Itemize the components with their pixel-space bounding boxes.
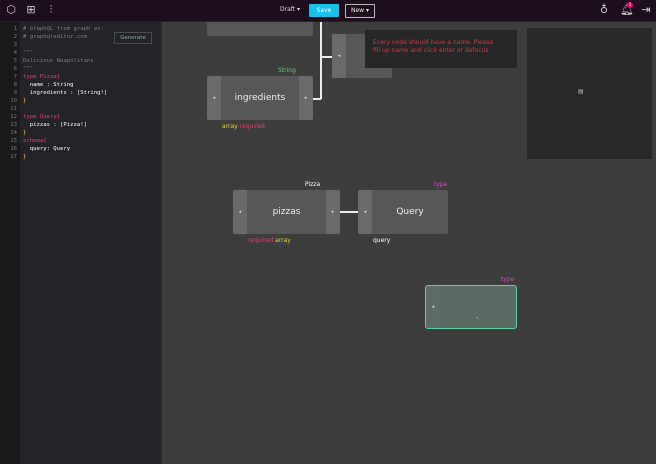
code-line[interactable]: } xyxy=(23,154,26,160)
node-tags: array required xyxy=(222,123,265,130)
new-button[interactable]: New ▾ xyxy=(345,4,375,18)
save-button[interactable]: Save xyxy=(309,4,339,17)
node-type-label: String xyxy=(278,67,296,74)
logout-icon[interactable]: ⇥ xyxy=(640,4,652,16)
collapse-left[interactable]: ◂ xyxy=(233,190,247,234)
generate-button[interactable]: Generate xyxy=(114,32,152,44)
line-number: 6 xyxy=(13,66,17,72)
code-line[interactable]: schema{ xyxy=(23,138,47,144)
line-number: 2 xyxy=(13,34,17,40)
node-type-label: type xyxy=(501,276,515,283)
node-type-label: Pizza xyxy=(305,181,321,188)
tag-required: required xyxy=(248,237,274,244)
connector-line xyxy=(320,56,332,58)
code-line[interactable]: # graphqleditor.com xyxy=(23,34,87,40)
line-number: 10 xyxy=(10,98,17,104)
code-line[interactable]: Delicious Neapolitans xyxy=(23,58,94,64)
error-text: Every node should have a name. Please xyxy=(373,39,494,46)
line-number: 17 xyxy=(10,154,17,160)
tag-array: array xyxy=(275,237,291,244)
minimap[interactable]: ▤ xyxy=(527,28,652,159)
logo-icon[interactable]: ⬡ xyxy=(5,4,17,16)
tag-array: array xyxy=(222,123,238,130)
code-line[interactable]: pizzas : [Pizza!] xyxy=(23,122,87,128)
connector-line xyxy=(320,22,322,99)
line-number: 5 xyxy=(13,58,17,64)
code-line[interactable]: """ xyxy=(23,66,33,72)
graph-node-pizzas[interactable]: ◂ pizzas ▸ xyxy=(233,190,340,234)
graph-node-new-selected[interactable]: ◂ ↖ xyxy=(425,285,517,329)
line-number: 16 xyxy=(10,146,17,152)
code-line[interactable]: type Pizza{ xyxy=(23,74,60,80)
connector-line xyxy=(313,98,321,100)
chevron-down-icon: ▾ xyxy=(297,6,301,13)
line-number: 9 xyxy=(13,90,17,96)
line-number: 11 xyxy=(10,106,17,112)
line-number: 3 xyxy=(13,42,17,48)
node-type-label: type xyxy=(434,181,448,188)
draft-dropdown[interactable]: Draft ▾ xyxy=(280,6,300,13)
connector-line xyxy=(340,211,358,213)
grid-view-icon[interactable]: ⊞ xyxy=(25,4,37,16)
expand-right[interactable]: ▸ xyxy=(299,76,313,120)
error-text: fill up name and click enter or defocus xyxy=(373,47,489,54)
line-number: 8 xyxy=(13,82,17,88)
arrow-left-icon: ◂ xyxy=(238,209,242,215)
new-label: New xyxy=(350,7,365,14)
code-line[interactable]: } xyxy=(23,130,26,136)
collapse-arrow[interactable]: ◂ xyxy=(332,34,346,78)
line-number: 4 xyxy=(13,50,17,56)
collapse-left[interactable]: ◂ xyxy=(358,190,372,234)
top-bar: ⬡ ⊞ ⫶ Draft ▾ Save New ▾ ♁ 🔔︎ 1 ⇥ xyxy=(0,0,656,22)
code-line[interactable]: type Query{ xyxy=(23,114,60,120)
chevron-down-icon: ▾ xyxy=(366,7,370,14)
arrow-right-icon: ▸ xyxy=(304,95,308,101)
arrow-right-icon: ▸ xyxy=(331,209,335,215)
line-number: 1 xyxy=(13,26,17,32)
graph-node-pizza-partial[interactable] xyxy=(207,22,313,36)
code-line[interactable]: } xyxy=(23,98,26,104)
graph-node-query[interactable]: ◂ Query xyxy=(358,190,448,234)
notification-badge: 1 xyxy=(627,2,633,8)
code-line[interactable]: # GraphQL from graph at: xyxy=(23,26,104,32)
line-number: 14 xyxy=(10,130,17,136)
code-editor[interactable]: # GraphQL from graph at: # graphqleditor… xyxy=(20,22,162,464)
cursor-icon: ↖ xyxy=(476,316,481,322)
draft-label: Draft xyxy=(280,6,296,13)
arrow-left-icon: ◂ xyxy=(212,95,216,101)
collapse-left[interactable]: ◂ xyxy=(426,286,440,328)
split-view-icon[interactable]: ⫶ xyxy=(45,4,57,16)
code-line[interactable]: query: Query xyxy=(23,146,70,152)
arrow-left-icon: ◂ xyxy=(363,209,367,215)
tag-required: required xyxy=(239,123,265,130)
minimap-cursor-icon: ▤ xyxy=(578,88,584,95)
node-name[interactable]: ingredients xyxy=(221,93,299,103)
line-number-gutter: 1 2 3 4 5 6 7 8 9 10 11 12 13 14 15 16 1… xyxy=(0,22,20,464)
graph-node-ingredients[interactable]: ◂ ingredients ▸ xyxy=(207,76,313,120)
code-line[interactable]: """ xyxy=(23,50,33,56)
line-number: 15 xyxy=(10,138,17,144)
node-sub-label: query xyxy=(373,237,391,244)
line-number: 12 xyxy=(10,114,17,120)
arrow-left-icon: ◂ xyxy=(431,304,435,310)
error-toast: Every node should have a name. Please fi… xyxy=(365,30,517,68)
expand-right[interactable]: ▸ xyxy=(326,190,340,234)
node-name[interactable]: Query xyxy=(372,207,448,217)
lightbulb-icon[interactable]: ♁ xyxy=(598,4,610,16)
collapse-left[interactable]: ◂ xyxy=(207,76,221,120)
line-number: 13 xyxy=(10,122,17,128)
code-line[interactable]: ingredients : [String!] xyxy=(23,90,107,96)
arrow-left-icon: ◂ xyxy=(337,53,341,59)
node-name[interactable]: pizzas xyxy=(247,207,326,217)
node-tags: required array xyxy=(248,237,291,244)
line-number: 7 xyxy=(13,74,17,80)
code-line[interactable]: name : String xyxy=(23,82,74,88)
